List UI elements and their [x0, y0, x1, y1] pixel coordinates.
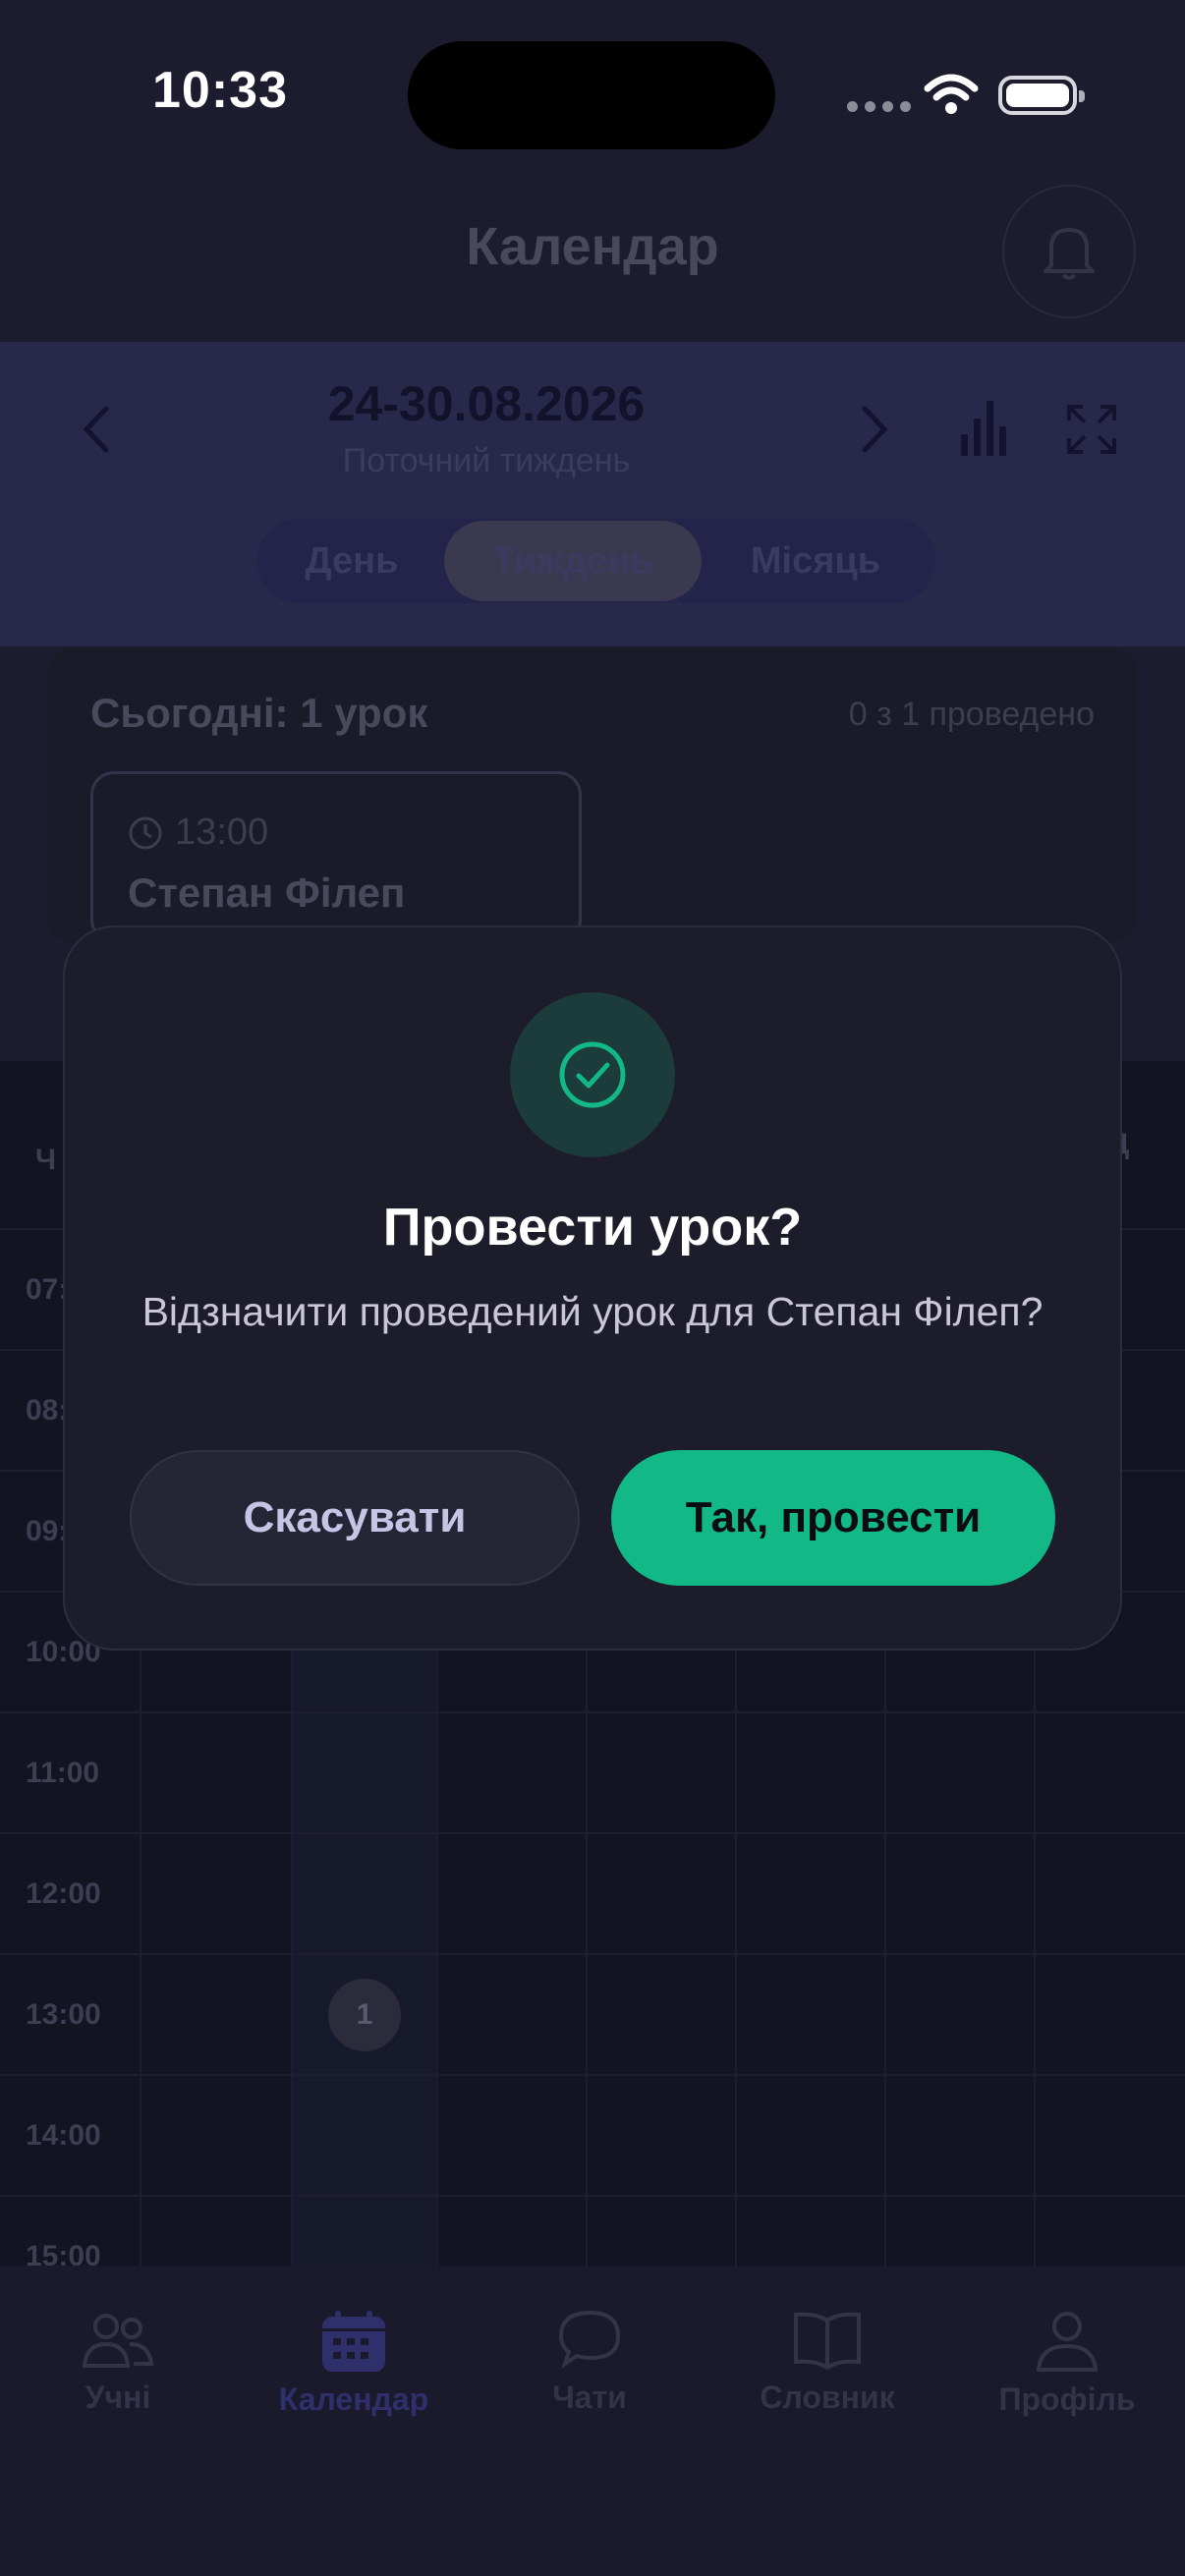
grid-row-line	[0, 2195, 1185, 2197]
students-icon	[82, 2314, 154, 2368]
dialog-title: Провести урок?	[382, 1198, 803, 1257]
tabbar-label: Чати	[552, 2380, 627, 2415]
bar-chart-icon[interactable]	[959, 397, 1012, 458]
day-header-fragment: Ч	[35, 1144, 57, 1176]
tabbar-item-chats[interactable]: Чати	[472, 2309, 707, 2416]
dialog-message: Відзначити проведений урок для Степан Фі…	[141, 1289, 1044, 1334]
tabbar-label: Словник	[760, 2380, 895, 2415]
notifications-button[interactable]	[1002, 185, 1136, 318]
dynamic-island	[408, 41, 775, 149]
book-icon	[794, 2312, 861, 2371]
check-circle-badge	[510, 992, 675, 1157]
tabbar-item-calendar[interactable]: Календар	[236, 2309, 472, 2418]
lesson-card[interactable]	[90, 771, 582, 943]
time-label: 11:00	[26, 1757, 100, 1789]
tabbar-label: Учні	[85, 2380, 151, 2415]
tab-week[interactable]: Тиждень	[444, 540, 702, 583]
tabbar-label: Календар	[278, 2381, 429, 2417]
bell-icon	[1044, 228, 1095, 280]
signal-icon	[847, 101, 911, 112]
expand-icon[interactable]	[1065, 403, 1118, 456]
tabbar-label: Профіль	[998, 2381, 1136, 2417]
grid-row-line	[0, 1832, 1185, 1834]
clock-icon	[129, 816, 162, 849]
week-subtitle: Поточний тиждень	[342, 442, 631, 479]
lesson-student: Степан Філеп	[128, 869, 406, 916]
confirm-button[interactable]: Так, провести	[611, 1450, 1055, 1586]
cancel-button[interactable]: Скасувати	[130, 1450, 580, 1586]
tabbar-item-dictionary[interactable]: Словник	[709, 2309, 945, 2416]
next-week-button[interactable]	[859, 403, 892, 467]
time-label: 13:00	[26, 1998, 101, 2031]
week-range: 24-30.08.2026	[327, 376, 646, 431]
time-label: 14:00	[26, 2119, 101, 2152]
profile-icon	[1036, 2312, 1099, 2372]
today-progress: 0 з 1 проведено	[848, 696, 1095, 733]
calendar-icon	[322, 2311, 385, 2372]
grid-row-line	[0, 2074, 1185, 2076]
lesson-time-text: 13:00	[175, 812, 269, 853]
chat-icon	[558, 2310, 621, 2369]
tab-month[interactable]: Місяць	[717, 540, 914, 583]
today-title: Сьогодні: 1 урок	[90, 690, 428, 736]
tab-day[interactable]: День	[273, 540, 430, 583]
wifi-icon	[924, 74, 979, 114]
grid-row-line	[0, 1711, 1185, 1713]
time-label: 12:00	[26, 1877, 101, 1910]
check-circle-icon	[559, 1041, 626, 1108]
battery-icon	[998, 76, 1085, 115]
status-time: 10:33	[152, 62, 288, 119]
chevron-right-icon	[862, 406, 888, 453]
lesson-count-marker[interactable]: 1	[328, 1979, 401, 2051]
grid-row-line	[0, 1953, 1185, 1955]
tabbar-item-students[interactable]: Учні	[0, 2309, 236, 2416]
tabbar-item-profile[interactable]: Профіль	[949, 2309, 1185, 2418]
lesson-time: 13:00	[128, 812, 268, 854]
